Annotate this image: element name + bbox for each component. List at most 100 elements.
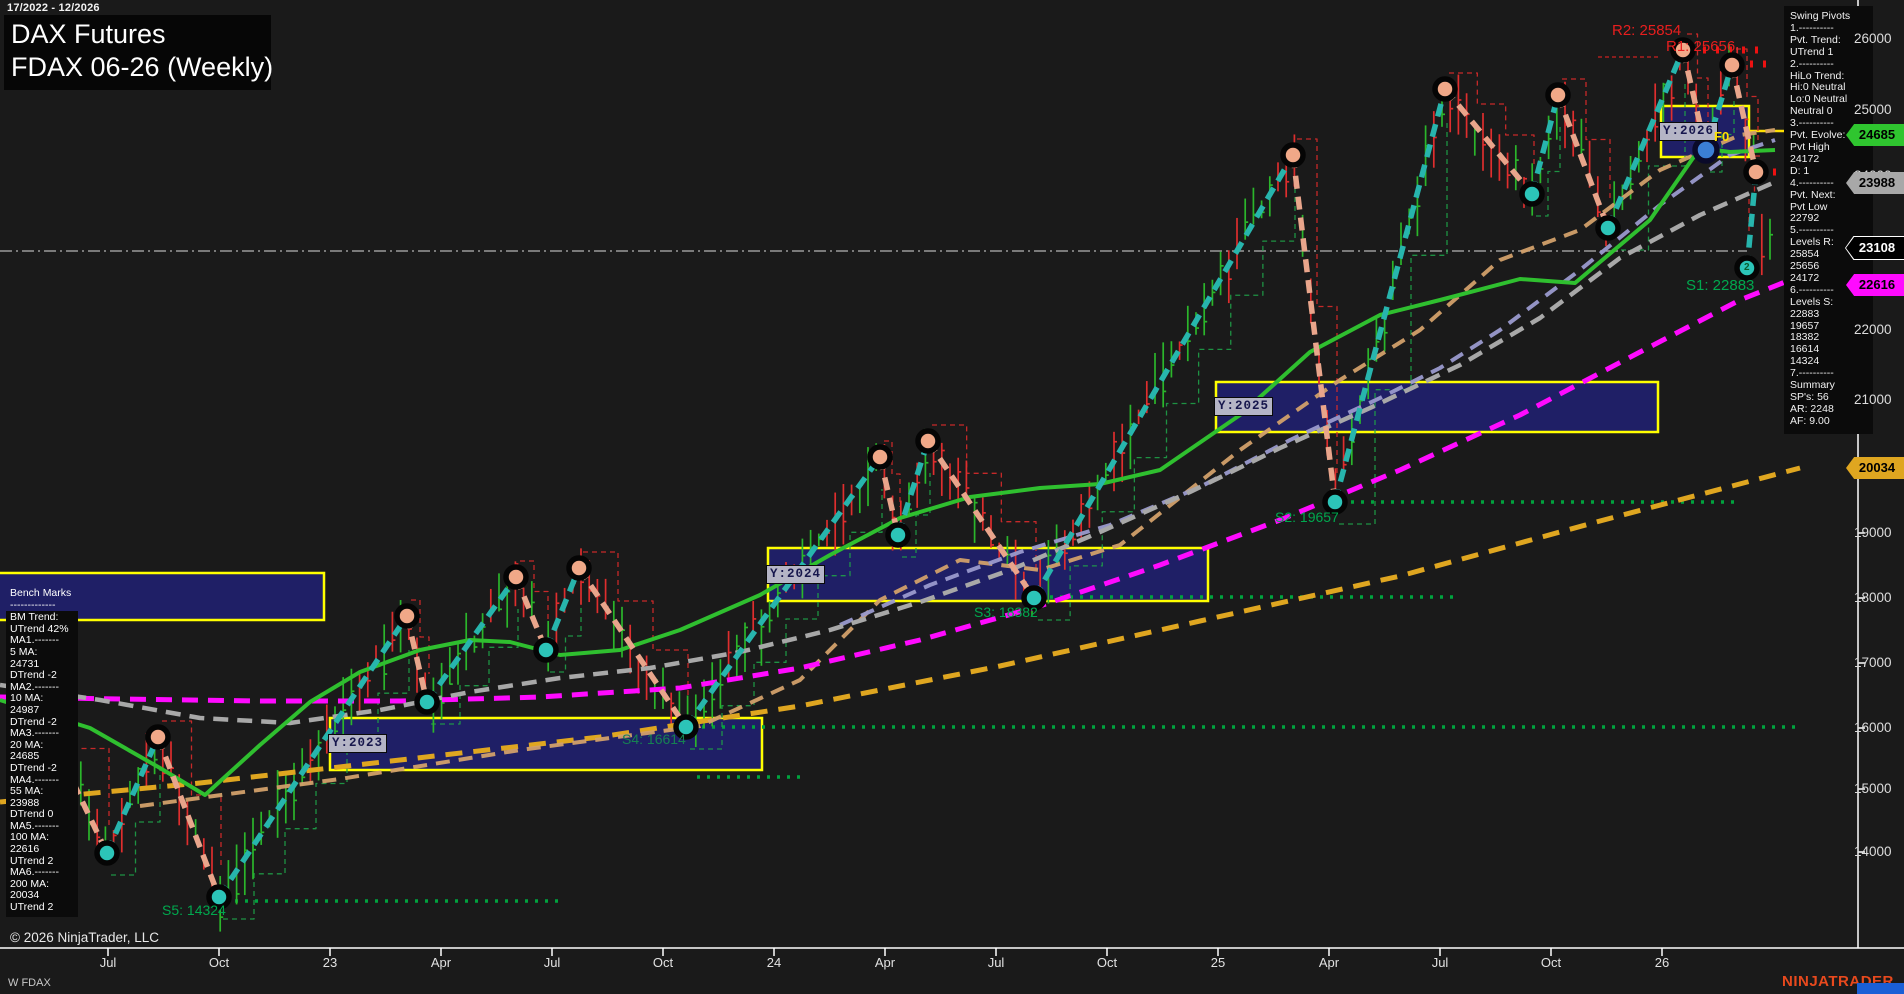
- time-axis-tick: 23: [322, 955, 338, 970]
- swing-pivots-panel: Swing Pivots 1.---------- Pvt. Trend: UTren…: [1784, 6, 1873, 434]
- swing-zigzag-leg: [1332, 88, 1448, 503]
- swing-high-marker: [915, 428, 941, 454]
- bench-panel-line: -------------: [10, 598, 56, 611]
- time-axis-tick: Jul: [543, 955, 561, 970]
- swing-low-marker: [1595, 215, 1621, 241]
- bench-panel-line: 5 MA:: [10, 645, 38, 658]
- hilo-stop-lower-step: [431, 609, 519, 725]
- swing-high-marker: [145, 724, 171, 750]
- year-range-box: [766, 546, 1210, 603]
- year-box-label: Y:2024: [766, 564, 826, 584]
- time-axis-tick: Oct: [652, 955, 674, 970]
- support-label-s5: S5: 14324: [162, 902, 226, 918]
- bench-panel-line: Bench Marks: [10, 587, 72, 599]
- swing-high-marker: [1280, 142, 1306, 168]
- price-axis-tick: 25000: [1854, 102, 1892, 117]
- support-label-s3: S3: 18382: [974, 604, 1038, 620]
- status-bar-instrument: W FDAX: [8, 977, 51, 989]
- swing-zigzag-leg: [1290, 154, 1338, 503]
- swing-high-marker: [1719, 52, 1745, 78]
- swing-high-marker: [1743, 159, 1769, 185]
- bench-panel-line: DTrend -2: [10, 669, 57, 682]
- time-axis-tick: Apr: [430, 955, 452, 970]
- ma-100-line: [0, 265, 1821, 704]
- indicator-price-tag: 20034: [1846, 457, 1904, 479]
- bench-panel-line: UTrend 2: [10, 901, 54, 914]
- ninjatrader-chart-window: 17/2022 - 12/2026 DAX Futures FDAX 06-26…: [0, 0, 1904, 994]
- swing-low-marker: [885, 522, 911, 548]
- swing-panel-line: Levels S:: [1790, 295, 1834, 308]
- copyright-label: © 2026 NinjaTrader, LLC: [10, 930, 160, 945]
- swing-panel-line: 24172: [1790, 152, 1820, 165]
- time-axis-tick: Jul: [1431, 955, 1449, 970]
- indicator-price-tag: 24685: [1846, 124, 1904, 146]
- year-box-label: Y:2026: [1659, 121, 1719, 141]
- swing-panel-line: 2.----------: [1790, 57, 1834, 70]
- time-axis-tick: Oct: [208, 955, 230, 970]
- swing-high-marker: [1432, 76, 1458, 102]
- time-axis-tick: Jul: [987, 955, 1005, 970]
- swing-panel-line: AF: 9.00: [1790, 414, 1830, 427]
- instrument-title-box: DAX Futures FDAX 06-26 (Weekly): [4, 15, 274, 90]
- swing-high-marker: [503, 564, 529, 590]
- bench-panel-line: 55 MA:: [10, 785, 44, 798]
- bench-panel-line: DTrend -2: [10, 761, 57, 774]
- indicator-price-tag: 22616: [1846, 274, 1904, 296]
- hilo-stop-lower-step: [1339, 121, 1448, 525]
- swing-low-marker: [94, 840, 120, 866]
- price-axis-tick: 15000: [1854, 781, 1892, 796]
- forming-pivot-label: F0: [1714, 129, 1730, 144]
- swing-zigzag-leg: [543, 566, 582, 652]
- swing-zigzag-leg: [1555, 94, 1611, 229]
- time-axis-tick: Apr: [1318, 955, 1340, 970]
- ma-20-line: [0, 146, 1776, 797]
- swing-low-marker: [533, 637, 559, 663]
- price-axis-tick: 17000: [1854, 655, 1892, 670]
- year-box-label: Y:2025: [1214, 397, 1274, 416]
- swing-zigzag-leg: [155, 736, 222, 898]
- taskbar-item[interactable]: [1857, 983, 1904, 994]
- swing-zigzag-leg: [576, 566, 689, 729]
- contract-name: FDAX 06-26 (Weekly): [11, 52, 274, 82]
- swing-zigzag-leg: [895, 440, 931, 536]
- time-axis-tick: Oct: [1096, 955, 1118, 970]
- swing-low-marker: [1519, 181, 1545, 207]
- indicator-price-tag: 23988: [1846, 172, 1904, 194]
- resistance-label-r2: R2: 25854: [1612, 22, 1682, 39]
- year-range-box: [1214, 380, 1660, 434]
- swing-high-marker: [566, 555, 592, 581]
- price-axis-tick: 14000: [1854, 844, 1892, 859]
- swing-panel-line: UTrend 1: [1790, 45, 1834, 58]
- time-axis-tick: Apr: [874, 955, 896, 970]
- support-label-s4: S4: 16614: [622, 731, 686, 747]
- bench-panel-line: 22616: [10, 843, 40, 856]
- hilo-stop-lower-step: [223, 648, 410, 920]
- hilo-stop-upper-step: [583, 551, 689, 699]
- price-axis-tick: 19000: [1854, 525, 1892, 540]
- swing-panel-line: 22883: [1790, 307, 1820, 320]
- time-axis-tick: 24: [766, 955, 782, 970]
- instrument-name: DAX Futures: [11, 19, 166, 49]
- bench-marks-panel: Bench Marks ------------- BM Trend: UTrend …: [6, 587, 78, 917]
- year-box-label: Y:2023: [328, 734, 388, 753]
- hilo-stop-lower-step: [550, 600, 582, 673]
- swing-low-marker: [414, 689, 440, 715]
- swing-high-marker: [1545, 82, 1571, 108]
- price-chart-canvas[interactable]: [0, 0, 1904, 994]
- time-axis-tick: Jul: [99, 955, 117, 970]
- time-axis-tick: 26: [1654, 955, 1670, 970]
- bench-marks-values: BM Trend: UTrend 42% MA1.------- 5 MA: 24731…: [6, 611, 78, 917]
- price-axis-tick: 22000: [1854, 322, 1892, 337]
- price-axis-tick: 21000: [1854, 392, 1892, 407]
- price-axis-tick: 16000: [1854, 720, 1892, 735]
- support-label-s2: S2: 19657: [1275, 509, 1339, 525]
- last-price-tag-border: 23108: [1845, 236, 1904, 260]
- swing-zigzag-leg: [1529, 94, 1561, 195]
- bench-panel-line: MA3.-------: [10, 727, 59, 740]
- bench-panel-line: 24987: [10, 703, 40, 716]
- last-price-tag: 23108: [1846, 237, 1904, 259]
- resistance-label-r1: R1: 25656: [1666, 38, 1736, 55]
- price-axis-tick: 18000: [1854, 590, 1892, 605]
- time-axis-tick: Oct: [1540, 955, 1562, 970]
- swing-high-marker: [394, 603, 420, 629]
